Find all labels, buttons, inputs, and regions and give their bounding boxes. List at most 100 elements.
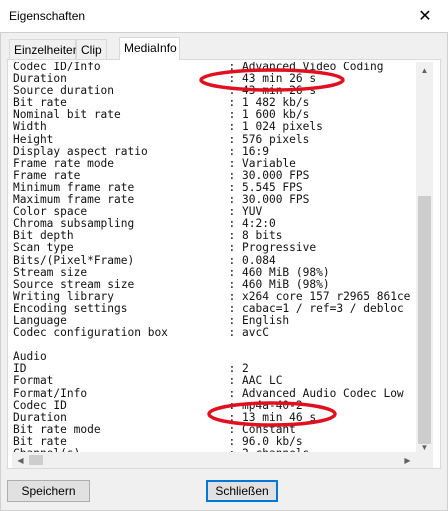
mediainfo-value: : English [228,313,290,327]
window-close-button[interactable]: ✕ [402,0,448,32]
mediainfo-key: Display aspect ratio [13,144,148,158]
mediainfo-value: : x264 core 157 r2965 861ce [228,289,411,303]
mediainfo-key: Writing library [13,289,115,303]
mediainfo-value: : 30.000 FPS [228,193,310,207]
mediainfo-key: Bit depth [13,229,74,243]
mediainfo-padding [168,326,229,339]
mediainfo-value: : Variable [228,156,296,170]
mediainfo-key: Bits/(Pixel*Frame) [13,253,135,267]
mediainfo-text: Codec ID/Info : Advanced Video Coding Dur… [13,62,410,454]
scrollbar-corner [416,452,433,468]
mediainfo-value: : AAC LC [228,374,283,388]
horizontal-scrollbar[interactable]: ◀ ▶ [12,452,416,468]
mediainfo-padding [74,241,229,254]
mediainfo-padding [67,399,229,412]
close-button-label: Schließen [215,484,269,498]
mediainfo-padding [134,278,228,291]
vertical-scrollbar[interactable]: ▲ ▼ [416,62,433,454]
mediainfo-line [13,339,410,351]
mediainfo-padding [67,314,229,327]
tab-label: MediaInfo [124,41,177,55]
mediainfo-key: Width [13,120,47,134]
mediainfo-value: : 30.000 FPS [228,168,310,182]
mediainfo-key: ID [13,362,27,376]
mediainfo-key: Audio [13,350,47,364]
vertical-scroll-thumb[interactable] [418,196,431,444]
mediainfo-padding [53,374,228,387]
window-title: Eigenschaften [9,9,86,23]
mediainfo-text-area[interactable]: Codec ID/Info : Advanced Video Coding Dur… [12,62,416,454]
mediainfo-key: Frame rate mode [13,156,115,170]
mediainfo-value: : 8 bits [228,229,283,243]
mediainfo-value: : 5.545 FPS [228,180,303,194]
mediainfo-key: Codec ID [13,398,67,412]
mediainfo-value: : YUV [228,205,263,219]
mediainfo-key: Language [13,313,67,327]
mediainfo-key: Codec configuration box [13,326,168,340]
mediainfo-value: : 460 MiB (98%) [228,277,330,291]
mediainfo-key: Maximum frame rate [13,193,135,207]
mediainfo-value: : 576 pixels [228,132,310,146]
mediainfo-padding [67,96,229,109]
mediainfo-key: Encoding settings [13,301,128,315]
mediainfo-value: : 1 482 kb/s [228,96,310,110]
mediainfo-key: Bit rate [13,96,67,110]
mediainfo-key: Chroma subsampling [13,217,135,231]
mediainfo-key: Minimum frame rate [13,180,135,194]
mediainfo-key: Frame rate [13,168,81,182]
tab-label: Clip [81,43,102,57]
mediainfo-padding [134,193,228,206]
scroll-right-button[interactable]: ▶ [399,452,416,468]
tab-clip[interactable]: Clip [76,39,107,59]
save-button[interactable]: Speichern [7,480,90,502]
mediainfo-value: : 1 600 kb/s [228,108,310,122]
chevron-down-icon: ▼ [420,443,429,452]
mediainfo-padding [148,145,229,158]
mediainfo-padding [26,362,228,375]
mediainfo-padding [101,423,229,436]
mediainfo-value: : 43 min 26 s [228,72,317,86]
title-bar: Eigenschaften ✕ [0,0,448,32]
mediainfo-padding [87,205,228,218]
mediainfo-key: Scan type [13,241,74,255]
mediainfo-key: Format/Info [13,386,88,400]
mediainfo-key: Duration [13,410,67,424]
mediainfo-key: Source stream size [13,277,135,291]
mediainfo-value: : 43 min 26 s [228,84,317,98]
chevron-up-icon: ▲ [420,66,429,75]
mediainfo-key: Format [13,374,54,388]
scroll-left-button[interactable]: ◀ [12,452,29,468]
mediainfo-padding [67,435,229,448]
tab-einzelheiten[interactable]: Einzelheiten [9,39,80,59]
mediainfo-key: Duration [13,72,67,86]
mediainfo-padding [74,229,229,242]
mediainfo-value: : 16:9 [228,144,269,158]
mediainfo-key: Stream size [13,265,88,279]
horizontal-scroll-thumb[interactable] [29,455,43,465]
scroll-up-button[interactable]: ▲ [416,62,433,79]
mediainfo-padding [87,266,228,279]
close-button[interactable]: Schließen [206,480,278,502]
mediainfo-value: : 4:2:0 [228,217,276,231]
mediainfo-value: : 96.0 kb/s [228,434,303,448]
tab-mediainfo[interactable]: MediaInfo [119,37,180,60]
mediainfo-padding [47,120,229,133]
mediainfo-key: Nominal bit rate [13,108,121,122]
mediainfo-key: Source duration [13,84,115,98]
mediainfo-padding [114,290,229,303]
chevron-left-icon: ◀ [17,455,24,465]
mediainfo-value: : 1 024 pixels [228,120,323,134]
chevron-right-icon: ▶ [404,455,411,465]
mediainfo-padding [134,254,228,267]
mediainfo-value: : 460 MiB (98%) [228,265,330,279]
mediainfo-value: : Progressive [228,241,317,255]
mediainfo-padding [134,181,228,194]
save-button-label: Speichern [21,484,76,498]
mediainfo-padding [128,302,229,315]
mediainfo-value: : 2 [228,362,249,376]
mediainfo-padding [134,217,228,230]
mediainfo-value: : 0.084 [228,253,276,267]
mediainfo-value: : Advanced Audio Codec Low [228,386,404,400]
mediainfo-padding [87,387,228,400]
tab-label: Einzelheiten [14,43,80,57]
